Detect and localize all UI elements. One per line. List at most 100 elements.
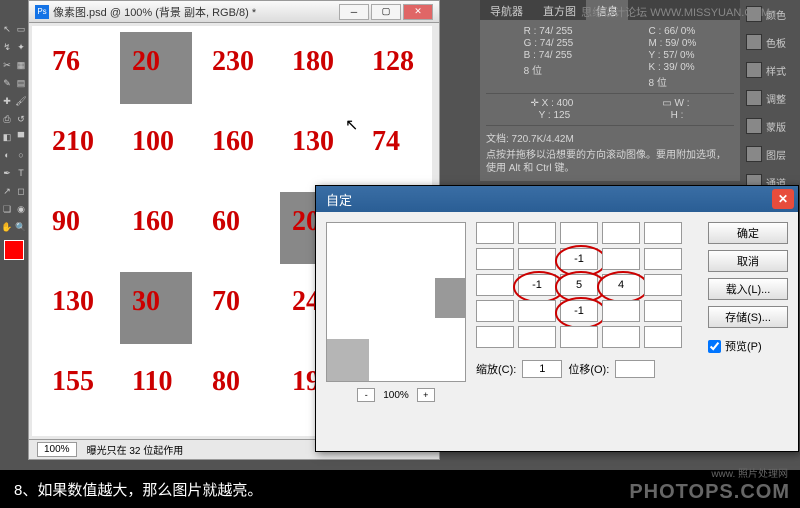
hand-tool[interactable]: ✋ (0, 218, 14, 236)
pixel-value: 155 (52, 366, 94, 398)
kernel-cell-4-4[interactable] (644, 326, 682, 348)
panel-tab-0[interactable]: 导航器 (480, 0, 533, 20)
kernel-cell-1-2[interactable]: -1 (560, 248, 598, 270)
kernel-cell-4-0[interactable] (476, 326, 514, 348)
kernel-cell-2-0[interactable] (476, 274, 514, 296)
3d-tool[interactable]: ❏ (0, 200, 14, 218)
pixel-value: 130 (292, 126, 334, 158)
type-tool[interactable]: T (14, 164, 28, 182)
side-panel-3[interactable]: 调整 (742, 84, 800, 112)
heal-tool[interactable]: ✚ (0, 92, 14, 110)
panel-icon (746, 34, 762, 50)
pixel-value: 60 (212, 206, 240, 238)
watermark-sub: www. 照片处理网 (711, 465, 788, 480)
pixel-value: 128 (372, 46, 414, 78)
kernel-cell-2-2[interactable]: 5 (560, 274, 598, 296)
brush-tool[interactable]: 🖌 (14, 92, 28, 110)
blur-tool[interactable]: ◐ (0, 146, 14, 164)
kernel-cell-4-2[interactable] (560, 326, 598, 348)
panel-icon (746, 90, 762, 106)
kernel-cell-0-4[interactable] (644, 222, 682, 244)
kernel-grid: -1-154-1 (476, 222, 698, 348)
zoom-tool[interactable]: 🔍 (14, 218, 28, 236)
kernel-cell-3-0[interactable] (476, 300, 514, 322)
kernel-cell-2-4[interactable] (644, 274, 682, 296)
close-button[interactable]: ✕ (403, 4, 433, 20)
kernel-cell-3-2[interactable]: -1 (560, 300, 598, 322)
pixel-value: 130 (52, 286, 94, 318)
stamp-tool[interactable]: ⎙ (0, 110, 14, 128)
foreground-color[interactable] (4, 240, 24, 260)
side-panel-2[interactable]: 样式 (742, 56, 800, 84)
lasso-tool[interactable]: ↯ (0, 38, 14, 56)
side-panel-4[interactable]: 蒙版 (742, 112, 800, 140)
zoom-out-button[interactable]: - (357, 388, 375, 402)
gradient-tool[interactable]: ▀ (14, 128, 28, 146)
offset-input[interactable] (615, 360, 655, 378)
minimize-button[interactable]: ─ (339, 4, 369, 20)
wand-tool[interactable]: ✦ (14, 38, 28, 56)
watermark-top: 思缘设计论坛 WWW.MISSYUAN.COM (581, 4, 770, 20)
kernel-cell-1-3[interactable] (602, 248, 640, 270)
pixel-value: 76 (52, 46, 80, 78)
path-tool[interactable]: ↗ (0, 182, 14, 200)
move-tool[interactable]: ↖ (0, 20, 14, 38)
kernel-cell-0-1[interactable] (518, 222, 556, 244)
side-panel-1[interactable]: 色板 (742, 28, 800, 56)
dialog-close-button[interactable]: ✕ (772, 189, 794, 209)
dialog-titlebar[interactable]: 自定 ✕ (316, 186, 798, 212)
pixel-value: 90 (52, 206, 80, 238)
tools-toolbar: ↖▭ ↯✦ ✂▦ ✎▤ ✚🖌 ⎙↺ ◧▀ ◐○ ✒T ↗◻ ❏◉ ✋🔍 (0, 20, 28, 264)
kernel-cell-1-0[interactable] (476, 248, 514, 270)
eyedropper-tool[interactable]: ✎ (0, 74, 14, 92)
pixel-value: 70 (212, 286, 240, 318)
dodge-tool[interactable]: ○ (14, 146, 28, 164)
camera-tool[interactable]: ◉ (14, 200, 28, 218)
panel-icon (746, 146, 762, 162)
watermark-logo: PHOTOPS.COM (629, 481, 790, 504)
load-button[interactable]: 载入(L)... (708, 278, 788, 300)
pixel-value: 180 (292, 46, 334, 78)
pixel-value: 20 (132, 46, 160, 78)
save-button[interactable]: 存储(S)... (708, 306, 788, 328)
history-tool[interactable]: ↺ (14, 110, 28, 128)
kernel-cell-0-0[interactable] (476, 222, 514, 244)
shape-tool[interactable]: ◻ (14, 182, 28, 200)
ok-button[interactable]: 确定 (708, 222, 788, 244)
kernel-cell-4-1[interactable] (518, 326, 556, 348)
kernel-cell-1-4[interactable] (644, 248, 682, 270)
kernel-cell-0-2[interactable] (560, 222, 598, 244)
custom-filter-dialog: 自定 ✕ - 100% + -1-154-1 缩放(C): 位移(O): (315, 185, 799, 452)
kernel-cell-3-1[interactable] (518, 300, 556, 322)
pixel-value: 74 (372, 126, 400, 158)
pixel-value: 100 (132, 126, 174, 158)
kernel-cell-3-3[interactable] (602, 300, 640, 322)
ruler-tool[interactable]: ▤ (14, 74, 28, 92)
filter-preview[interactable] (326, 222, 466, 382)
status-text: 曝光只在 32 位起作用 (87, 442, 184, 457)
maximize-button[interactable]: ▢ (371, 4, 401, 20)
zoom-in-button[interactable]: + (417, 388, 435, 402)
kernel-cell-2-3[interactable]: 4 (602, 274, 640, 296)
eraser-tool[interactable]: ◧ (0, 128, 14, 146)
crop-tool[interactable]: ✂ (0, 56, 14, 74)
pen-tool[interactable]: ✒ (0, 164, 14, 182)
kernel-cell-3-4[interactable] (644, 300, 682, 322)
side-panel-5[interactable]: 图层 (742, 140, 800, 168)
panel-tab-1[interactable]: 直方图 (533, 0, 586, 20)
kernel-cell-2-1[interactable]: -1 (518, 274, 556, 296)
pixel-value: 210 (52, 126, 94, 158)
pixel-value: 80 (212, 366, 240, 398)
document-titlebar[interactable]: Ps 像素图.psd @ 100% (背景 副本, RGB/8) * ─ ▢ ✕ (29, 1, 439, 23)
kernel-cell-1-1[interactable] (518, 248, 556, 270)
ps-icon: Ps (35, 5, 49, 19)
slice-tool[interactable]: ▦ (14, 56, 28, 74)
zoom-level[interactable]: 100% (37, 442, 77, 457)
kernel-cell-0-3[interactable] (602, 222, 640, 244)
kernel-cell-4-3[interactable] (602, 326, 640, 348)
preview-checkbox[interactable]: 预览(P) (708, 338, 788, 354)
preview-zoom: 100% (383, 390, 409, 401)
scale-input[interactable] (522, 360, 562, 378)
cancel-button[interactable]: 取消 (708, 250, 788, 272)
marquee-tool[interactable]: ▭ (14, 20, 28, 38)
